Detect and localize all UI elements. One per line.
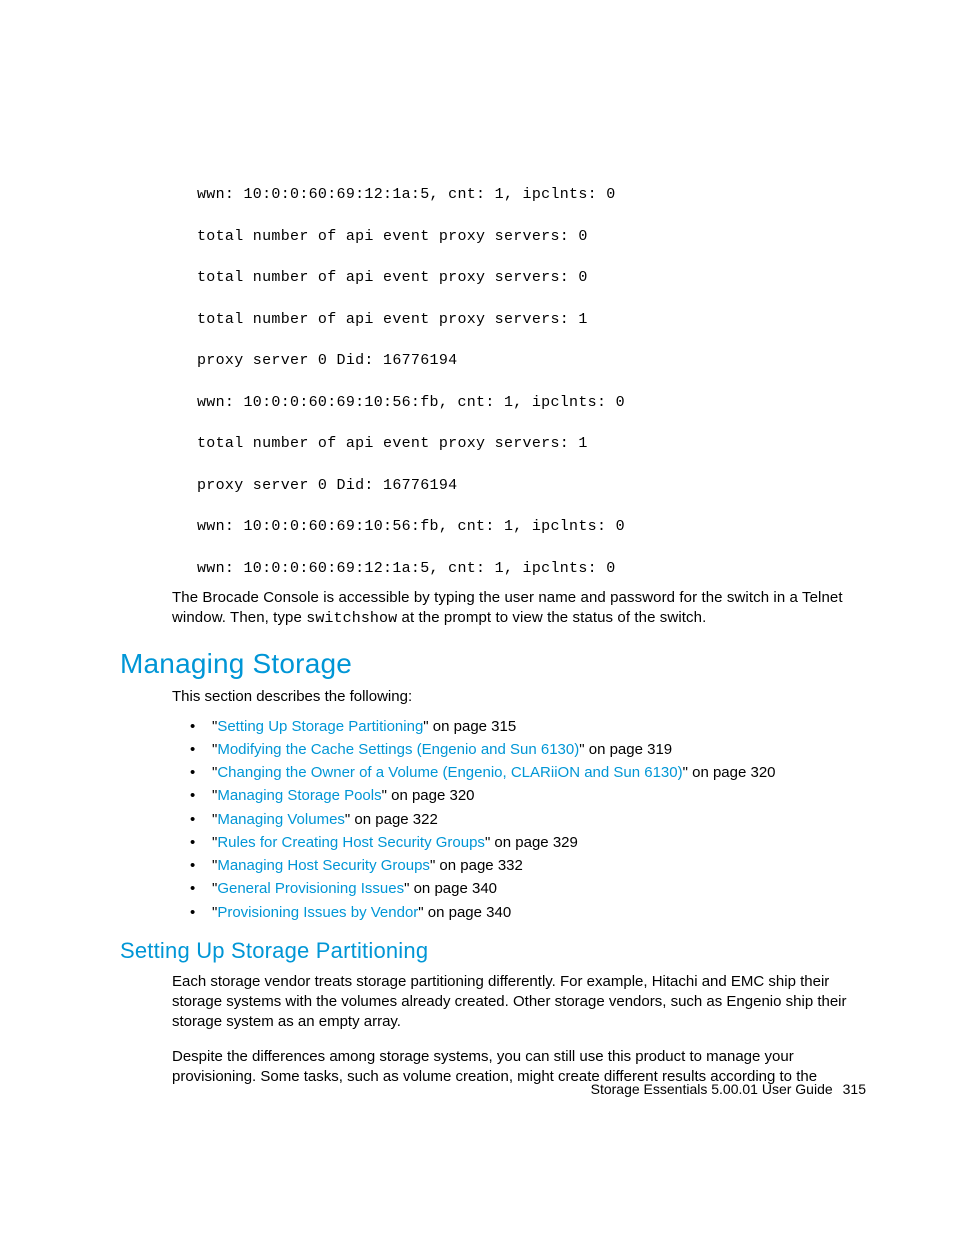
code-line: proxy server 0 Did: 16776194 [197, 476, 866, 496]
body-paragraph: Each storage vendor treats storage parti… [172, 972, 866, 1033]
code-line: wwn: 10:0:0:60:69:10:56:fb, cnt: 1, ipcl… [197, 517, 866, 537]
toc-suffix: " on page 332 [430, 857, 523, 874]
toc-item: "Rules for Creating Host Security Groups… [190, 831, 866, 854]
code-line: total number of api event proxy servers:… [197, 434, 866, 454]
toc-item: "Managing Volumes" on page 322 [190, 808, 866, 831]
toc-suffix: " on page 319 [579, 741, 672, 758]
toc-suffix: " on page 320 [683, 764, 776, 781]
code-block: wwn: 10:0:0:60:69:12:1a:5, cnt: 1, ipcln… [197, 185, 866, 578]
page-number: 315 [843, 1081, 866, 1097]
toc-link[interactable]: Managing Volumes [217, 811, 345, 828]
code-line: proxy server 0 Did: 16776194 [197, 351, 866, 371]
toc-suffix: " on page 340 [404, 880, 497, 897]
page-footer: Storage Essentials 5.00.01 User Guide 315 [591, 1081, 866, 1097]
footer-title: Storage Essentials 5.00.01 User Guide [591, 1081, 833, 1097]
toc-link[interactable]: Managing Storage Pools [217, 787, 381, 804]
toc-link[interactable]: Provisioning Issues by Vendor [217, 904, 418, 921]
toc-suffix: " on page 340 [418, 904, 511, 921]
toc-link[interactable]: Managing Host Security Groups [217, 857, 430, 874]
console-paragraph: The Brocade Console is accessible by typ… [172, 588, 866, 630]
heading-managing-storage: Managing Storage [120, 648, 866, 680]
code-line: wwn: 10:0:0:60:69:12:1a:5, cnt: 1, ipcln… [197, 185, 866, 205]
toc-link[interactable]: Modifying the Cache Settings (Engenio an… [217, 741, 579, 758]
toc-suffix: " on page 322 [345, 811, 438, 828]
toc-suffix: " on page 320 [382, 787, 475, 804]
toc-item: "Modifying the Cache Settings (Engenio a… [190, 738, 866, 761]
page-content: wwn: 10:0:0:60:69:12:1a:5, cnt: 1, ipcln… [0, 0, 954, 1087]
toc-link[interactable]: Changing the Owner of a Volume (Engenio,… [217, 764, 682, 781]
heading-setting-up-storage-partitioning: Setting Up Storage Partitioning [120, 938, 866, 964]
toc-link[interactable]: Rules for Creating Host Security Groups [217, 834, 485, 851]
toc-suffix: " on page 315 [423, 718, 516, 735]
code-line: total number of api event proxy servers:… [197, 310, 866, 330]
toc-link[interactable]: General Provisioning Issues [217, 880, 404, 897]
toc-item: "Managing Host Security Groups" on page … [190, 854, 866, 877]
toc-item: "General Provisioning Issues" on page 34… [190, 877, 866, 900]
code-line: total number of api event proxy servers:… [197, 268, 866, 288]
toc-item: "Provisioning Issues by Vendor" on page … [190, 901, 866, 924]
console-text-b: at the prompt to view the status of the … [397, 609, 706, 626]
toc-item: "Managing Storage Pools" on page 320 [190, 784, 866, 807]
toc-list: "Setting Up Storage Partitioning" on pag… [190, 715, 866, 924]
toc-suffix: " on page 329 [485, 834, 578, 851]
toc-item: "Setting Up Storage Partitioning" on pag… [190, 715, 866, 738]
console-command: switchshow [306, 610, 397, 627]
toc-link[interactable]: Setting Up Storage Partitioning [217, 718, 423, 735]
section-intro: This section describes the following: [172, 688, 866, 705]
code-line: wwn: 10:0:0:60:69:10:56:fb, cnt: 1, ipcl… [197, 393, 866, 413]
code-line: total number of api event proxy servers:… [197, 227, 866, 247]
code-line: wwn: 10:0:0:60:69:12:1a:5, cnt: 1, ipcln… [197, 559, 866, 579]
toc-item: "Changing the Owner of a Volume (Engenio… [190, 761, 866, 784]
